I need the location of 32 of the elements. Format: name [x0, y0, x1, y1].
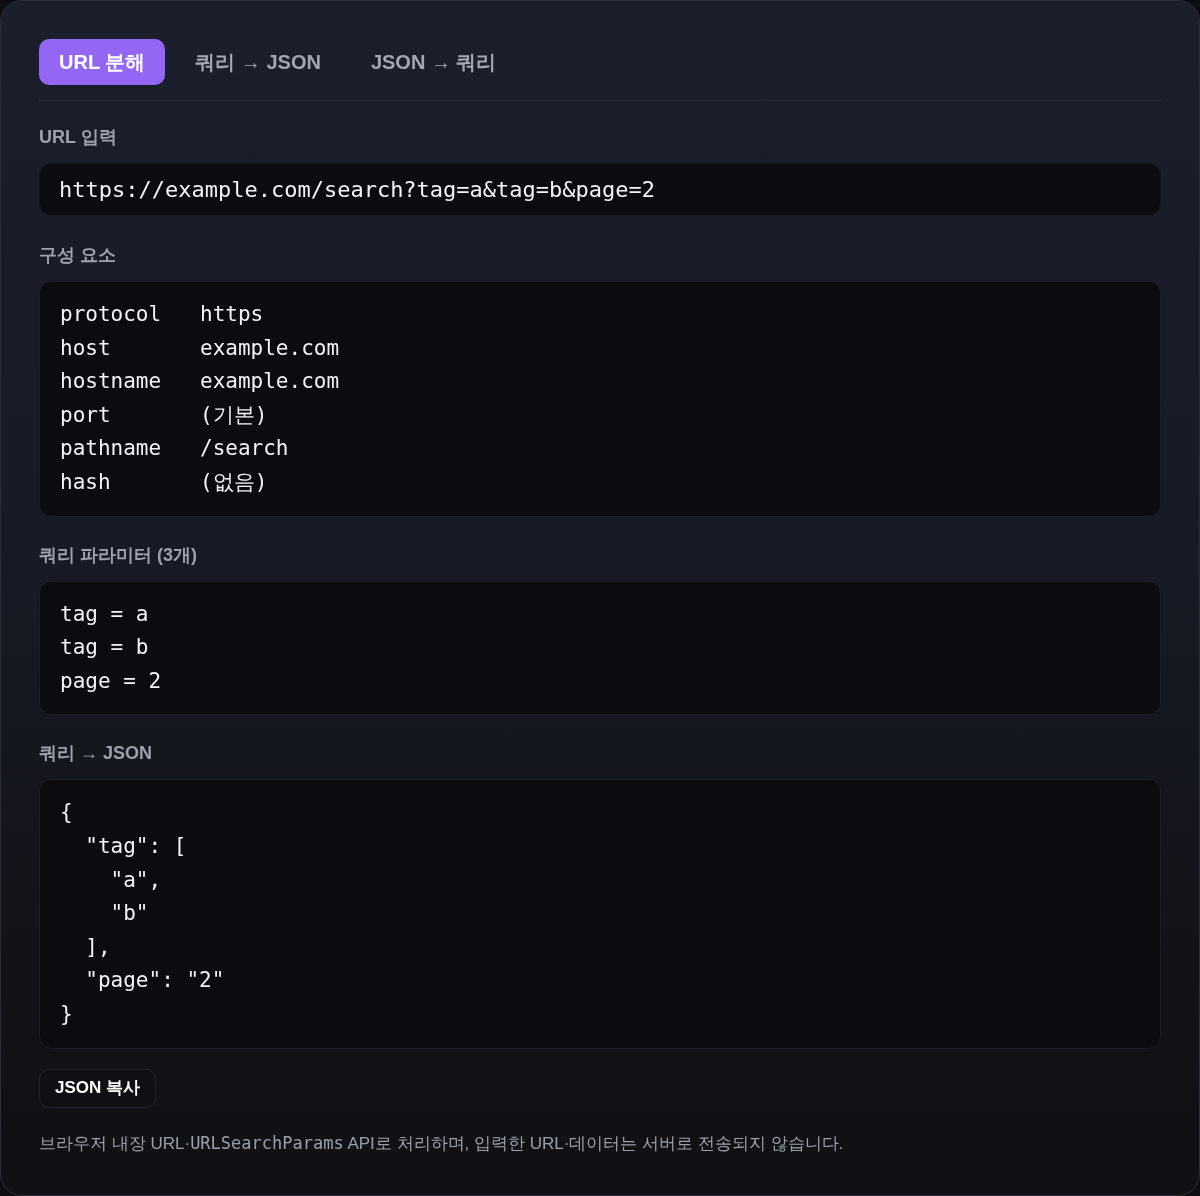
json-line: "tag": [	[85, 832, 187, 860]
component-value: /search	[200, 435, 289, 463]
param-line: tag = a	[60, 600, 149, 628]
footer-note: 브라우저 내장 URL·URLSearchParams API로 처리하며, 입력한 URL·데이터는 서버로 전송되지 않습니다.	[39, 1132, 845, 1154]
component-value: https	[200, 301, 264, 328]
section-label: 구성 요소	[39, 244, 117, 266]
json-line: }	[60, 1000, 73, 1028]
section-label: 쿼리 → JSON	[39, 742, 154, 765]
tab[interactable]: URL 분해	[39, 39, 166, 85]
component-value: (기본)	[200, 401, 268, 429]
json-line: "b"	[110, 900, 149, 928]
component-key: host	[60, 331, 111, 366]
component-value: (없음)	[200, 468, 268, 496]
param-line: tag = b	[60, 634, 149, 662]
component-key: port	[60, 398, 111, 433]
param-line: page = 2	[60, 667, 162, 695]
component-key: hash	[60, 465, 111, 500]
component-value: example.com	[200, 334, 340, 362]
json-line: ],	[85, 933, 111, 961]
tab[interactable]: JSON → 쿼리	[350, 39, 517, 85]
component-key: pathname	[60, 432, 162, 466]
section-label: 쿼리 파라미터 (3개)	[39, 543, 198, 566]
component-key: protocol	[60, 298, 162, 332]
url-input[interactable]: https://example.com/search?tag=a&tag=b&page=2	[39, 163, 1161, 216]
json-line: {	[60, 799, 73, 827]
copy-json-button[interactable]: JSON 복사	[39, 1068, 157, 1108]
json-line: "a",	[110, 866, 162, 894]
tab[interactable]: 쿼리 → JSON	[175, 39, 341, 85]
json-line: "page": "2"	[85, 967, 225, 995]
component-key: hostname	[60, 365, 162, 399]
component-value: example.com	[200, 368, 340, 396]
section-label: URL 입력	[39, 126, 118, 148]
